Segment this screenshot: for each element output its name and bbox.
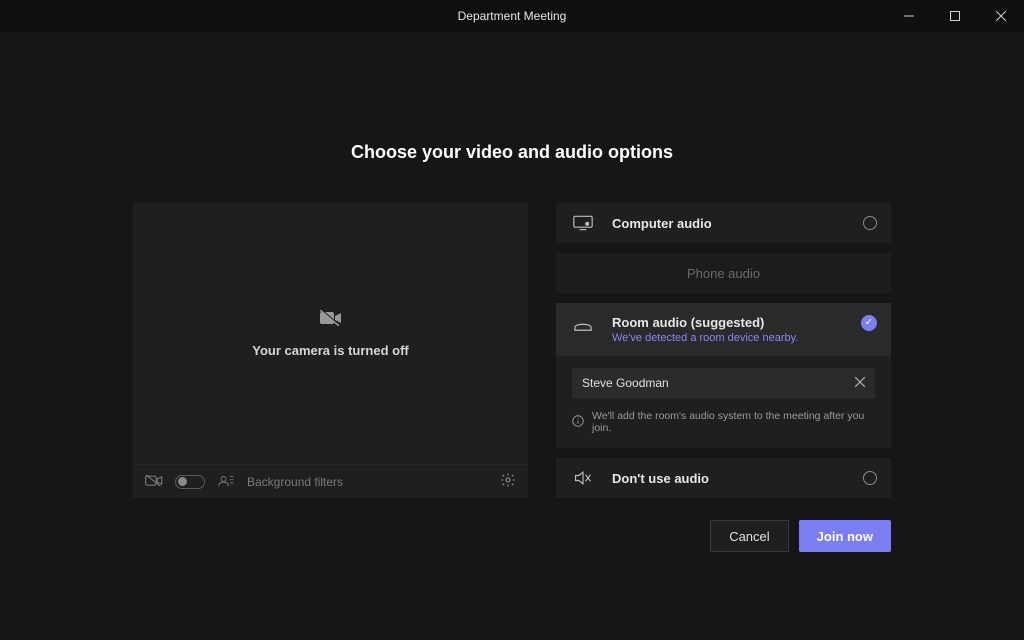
close-icon	[855, 377, 865, 387]
minimize-icon	[904, 11, 914, 21]
actions-row: Cancel Join now	[133, 520, 891, 552]
page-heading: Choose your video and audio options	[351, 142, 673, 163]
option-label: Computer audio	[612, 216, 847, 231]
maximize-button[interactable]	[932, 0, 978, 32]
camera-toggle[interactable]	[175, 475, 205, 489]
prejoin-content: Choose your video and audio options Your…	[0, 32, 1024, 640]
video-preview-area: Your camera is turned off	[133, 203, 528, 464]
option-text: Room audio (suggested) We've detected a …	[612, 315, 845, 344]
radio-unchecked	[863, 471, 877, 485]
audio-option-room[interactable]: Room audio (suggested) We've detected a …	[556, 303, 891, 356]
gear-icon	[500, 472, 516, 488]
cancel-button[interactable]: Cancel	[710, 520, 788, 552]
option-text: Computer audio	[612, 216, 847, 231]
option-text: Don't use audio	[612, 471, 847, 486]
meeting-prejoin-window: Department Meeting Choose your video and…	[0, 0, 1024, 640]
room-audio-icon	[570, 315, 596, 333]
video-toolbar: Background filters	[133, 464, 528, 498]
window-title: Department Meeting	[458, 9, 567, 23]
device-settings-button[interactable]	[500, 472, 516, 491]
maximize-icon	[950, 11, 960, 21]
title-bar: Department Meeting	[0, 0, 1024, 32]
room-audio-details: Steve Goodman We'l	[556, 356, 891, 448]
info-icon	[572, 415, 584, 430]
camera-off-icon	[320, 310, 342, 331]
option-label: Room audio (suggested)	[612, 315, 845, 330]
audio-option-computer[interactable]: Computer audio	[556, 203, 891, 243]
room-note: We'll add the room's audio system to the…	[572, 410, 875, 434]
window-controls	[886, 0, 1024, 32]
audio-options-column: Computer audio Phone audio Ro	[556, 203, 891, 498]
camera-off-text: Your camera is turned off	[252, 343, 409, 358]
video-preview-panel: Your camera is turned off	[133, 203, 528, 498]
camera-toggle-icon	[145, 474, 163, 490]
close-button[interactable]	[978, 0, 1024, 32]
option-label: Don't use audio	[612, 471, 847, 486]
no-audio-icon	[570, 470, 596, 486]
audio-option-none[interactable]: Don't use audio	[556, 458, 891, 498]
radio-unchecked	[863, 216, 877, 230]
panels-row: Your camera is turned off	[133, 203, 891, 498]
room-note-text: We'll add the room's audio system to the…	[592, 410, 875, 434]
audio-option-phone: Phone audio	[556, 253, 891, 293]
computer-audio-icon	[570, 215, 596, 231]
join-now-button[interactable]: Join now	[799, 520, 891, 552]
room-selection-field[interactable]: Steve Goodman	[572, 368, 875, 398]
background-filters-label[interactable]: Background filters	[247, 475, 343, 489]
clear-room-button[interactable]	[855, 376, 865, 390]
radio-checked	[861, 315, 877, 331]
background-filters-icon	[217, 474, 235, 490]
close-icon	[996, 11, 1006, 21]
option-subtext: We've detected a room device nearby.	[612, 332, 845, 344]
selected-room-name: Steve Goodman	[582, 376, 855, 390]
minimize-button[interactable]	[886, 0, 932, 32]
option-label: Phone audio	[687, 266, 760, 281]
